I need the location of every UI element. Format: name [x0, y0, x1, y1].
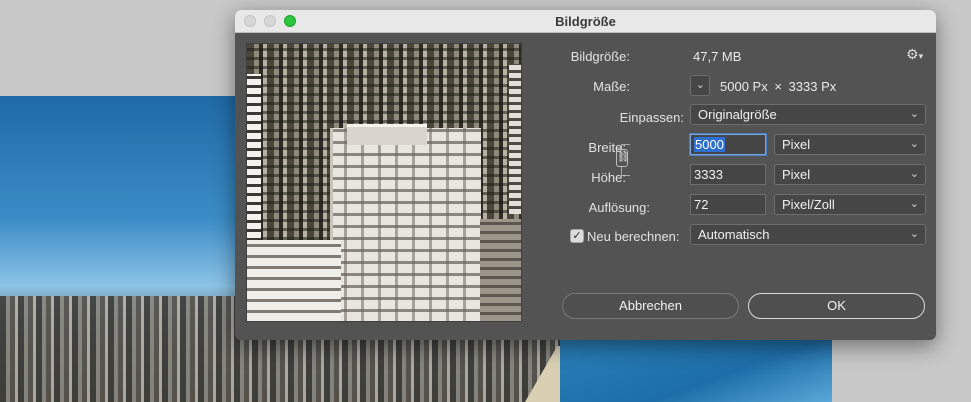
- resolution-input[interactable]: 72: [690, 194, 766, 215]
- chevron-down-icon: ⌄: [909, 138, 919, 150]
- title-bar[interactable]: Bildgröße: [235, 10, 936, 33]
- width-input[interactable]: 5000: [690, 134, 766, 155]
- preview-right-building: [509, 64, 521, 214]
- preview-tower-roof: [347, 124, 427, 145]
- window-title: Bildgröße: [555, 14, 616, 29]
- resample-method-value: Automatisch: [698, 227, 770, 242]
- image-size-dialog: Bildgröße Bildgröße: 47,7 MB ⚙▾ Maße: ⌄ …: [235, 10, 936, 340]
- dimensions-times-sign: ×: [774, 79, 782, 94]
- dimensions-height-value: 3333 Px: [788, 79, 837, 94]
- height-unit-dropdown[interactable]: Pixel ⌄: [774, 164, 926, 185]
- fit-to-label: Einpassen:: [619, 110, 684, 125]
- preview-lower-left-building: [247, 240, 341, 321]
- width-label: Breite:: [588, 140, 626, 155]
- image-size-label: Bildgröße:: [570, 49, 630, 64]
- fit-to-value: Originalgröße: [698, 107, 777, 122]
- image-preview[interactable]: [246, 43, 522, 322]
- width-unit-value: Pixel: [782, 137, 811, 152]
- resolution-input-value: 72: [694, 197, 709, 212]
- background-sea: [560, 336, 832, 402]
- height-unit-value: Pixel: [782, 167, 811, 182]
- height-input-value: 3333: [694, 167, 723, 182]
- resample-method-dropdown[interactable]: Automatisch ⌄: [690, 224, 926, 245]
- dimensions-width-value: 5000 Px: [720, 79, 768, 94]
- dimensions-value: 5000 Px × 3333 Px: [720, 79, 836, 94]
- preview-lower-right-building: [480, 219, 521, 321]
- image-size-form: Bildgröße: 47,7 MB ⚙▾ Maße: ⌄ 5000 Px × …: [535, 32, 936, 340]
- width-input-value: 5000: [694, 137, 725, 152]
- resolution-label: Auflösung:: [588, 200, 650, 215]
- resolution-unit-value: Pixel/Zoll: [782, 197, 835, 212]
- preview-tower-columns: [330, 128, 478, 321]
- height-label: Höhe:: [591, 170, 626, 185]
- dimensions-unit-dropdown[interactable]: ⌄: [690, 75, 710, 96]
- chevron-down-icon: ⌄: [909, 228, 919, 240]
- image-size-value: 47,7 MB: [693, 49, 742, 64]
- resolution-unit-dropdown[interactable]: Pixel/Zoll ⌄: [774, 194, 926, 215]
- resample-checkbox[interactable]: ✓: [570, 229, 584, 243]
- gear-icon[interactable]: ⚙▾: [906, 46, 923, 63]
- chevron-down-icon: ⌄: [695, 79, 705, 91]
- chevron-down-icon: ⌄: [909, 198, 919, 210]
- width-unit-dropdown[interactable]: Pixel ⌄: [774, 134, 926, 155]
- cancel-button[interactable]: Abbrechen: [562, 293, 739, 319]
- chevron-down-icon: ⌄: [909, 168, 919, 180]
- resample-label: Neu berechnen:: [587, 229, 680, 244]
- dimensions-label: Maße:: [593, 79, 630, 94]
- fit-to-dropdown[interactable]: Originalgröße ⌄: [690, 104, 926, 125]
- ok-button[interactable]: OK: [748, 293, 925, 319]
- height-input[interactable]: 3333: [690, 164, 766, 185]
- checkmark-icon: ✓: [572, 230, 582, 242]
- chevron-down-icon: ⌄: [909, 108, 919, 120]
